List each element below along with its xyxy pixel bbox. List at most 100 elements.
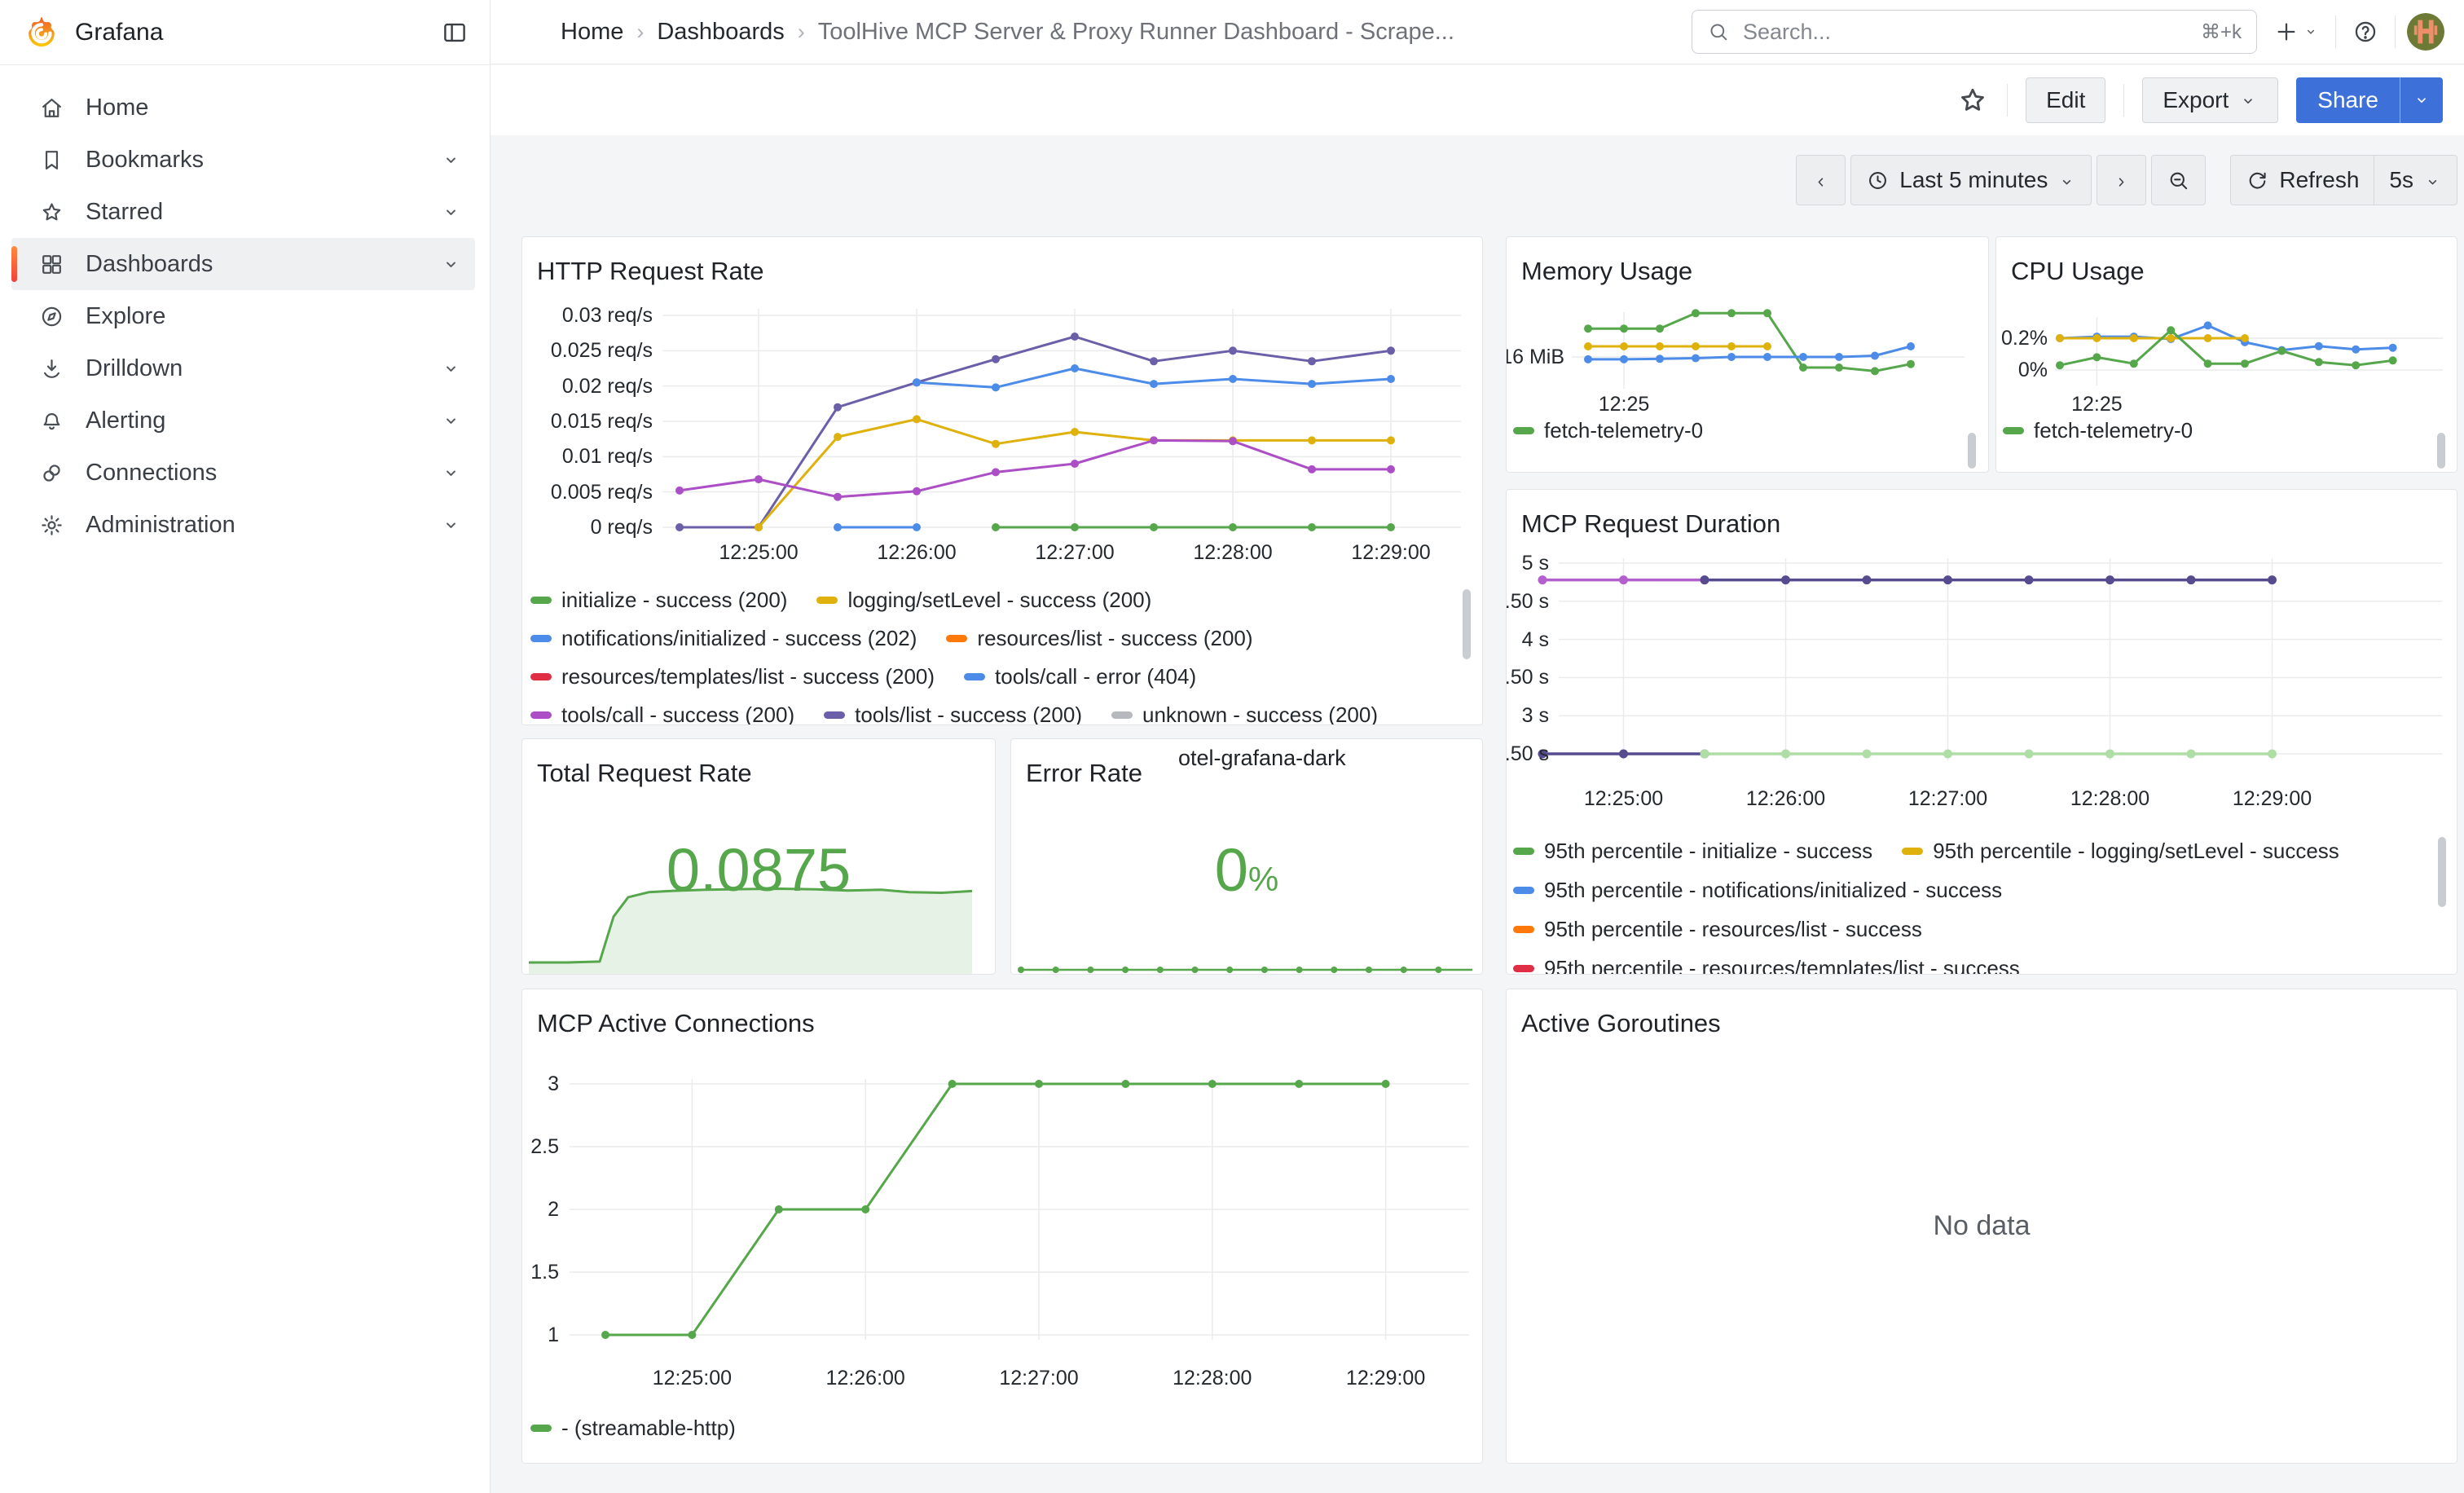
refresh-group: Refresh 5s xyxy=(2230,155,2457,205)
panel-cpu-usage: CPU Usage 0.2%0%12:25 fetch-telemetry-0 xyxy=(1995,236,2457,473)
mcp-active-connections-chart xyxy=(522,989,1483,1464)
search-shortcut: ⌘+k xyxy=(2201,20,2242,44)
grafana-logo-icon[interactable] xyxy=(23,14,60,51)
sidebar-item-label: Drilldown xyxy=(86,355,419,382)
legend-item[interactable]: 95th percentile - initialize - success xyxy=(1513,839,1872,864)
drilldown-icon xyxy=(39,356,64,381)
legend-item[interactable]: fetch-telemetry-0 xyxy=(1513,418,1703,443)
brand-title: Grafana xyxy=(75,19,163,46)
legend-item[interactable]: resources/list - success (200) xyxy=(946,626,1252,651)
panel-title[interactable]: HTTP Request Rate xyxy=(537,257,764,286)
gear-icon xyxy=(39,513,64,538)
clock-icon xyxy=(1866,169,1890,192)
chevron-left-icon xyxy=(1811,171,1830,190)
legend-scrollbar[interactable] xyxy=(2438,837,2446,907)
top-nav-actions: ⌘+k xyxy=(1692,10,2444,54)
legend-item[interactable]: initialize - success (200) xyxy=(530,588,787,613)
legend-scrollbar[interactable] xyxy=(1463,589,1471,659)
sidebar-menu: Home Bookmarks StarredDashboardsExplore Dri… xyxy=(0,65,490,551)
legend-scrollbar[interactable] xyxy=(2437,433,2445,469)
legend: fetch-telemetry-0 xyxy=(1513,418,1703,456)
breadcrumb-separator: › xyxy=(798,20,805,45)
sidebar-item-label: Bookmarks xyxy=(86,147,419,174)
legend-item[interactable]: fetch-telemetry-0 xyxy=(2003,418,2193,443)
sidebar-item-connections[interactable]: Connections xyxy=(11,447,475,499)
sidebar-item-home[interactable]: Home xyxy=(11,81,475,134)
sidebar-item-bookmarks[interactable]: Bookmarks xyxy=(11,134,475,186)
time-shift-forward-button[interactable] xyxy=(2097,155,2146,205)
legend-item[interactable]: 95th percentile - logging/setLevel - suc… xyxy=(1902,839,2339,864)
refresh-icon xyxy=(2246,169,2269,192)
help-icon xyxy=(2352,19,2378,45)
bookmark-icon xyxy=(39,148,64,173)
sidebar: Grafana Home Bookmarks StarredDashboardsEx… xyxy=(0,0,491,1493)
sidebar-item-dashboards[interactable]: Dashboards xyxy=(11,238,475,290)
sidebar-item-explore[interactable]: Explore xyxy=(11,290,475,342)
legend-item[interactable]: 95th percentile - resources/templates/li… xyxy=(1513,956,2020,975)
apps-icon xyxy=(39,252,64,277)
search-input[interactable] xyxy=(1741,19,2189,46)
share-split-button: Share xyxy=(2296,77,2443,123)
chevron-down-icon xyxy=(440,149,462,171)
legend-item[interactable]: 95th percentile - notifications/initiali… xyxy=(1513,878,2002,903)
legend-item[interactable]: resources/templates/list - success (200) xyxy=(530,664,935,689)
chevron-down-icon xyxy=(2238,90,2258,110)
panel-active-goroutines: Active Goroutines No data xyxy=(1506,989,2457,1464)
breadcrumb-home[interactable]: Home xyxy=(561,19,623,46)
legend-item[interactable]: tools/call - success (200) xyxy=(530,702,794,725)
avatar[interactable] xyxy=(2407,13,2444,51)
legend-item[interactable]: notifications/initialized - success (202… xyxy=(530,626,917,651)
panel-title[interactable]: Memory Usage xyxy=(1521,257,1692,286)
dock-sidebar-icon[interactable] xyxy=(441,19,469,46)
sidebar-item-label: Connections xyxy=(86,460,419,487)
legend-item[interactable]: unknown - success (200) xyxy=(1111,702,1378,725)
panel-title[interactable]: CPU Usage xyxy=(2011,257,2145,286)
legend: initialize - success (200) logging/setLev… xyxy=(530,588,1378,725)
refresh-interval-picker[interactable]: 5s xyxy=(2374,155,2457,205)
breadcrumb-current: ToolHive MCP Server & Proxy Runner Dashb… xyxy=(818,19,1454,46)
dashboard-toolbar: Edit Export Share xyxy=(491,65,2464,135)
legend-item[interactable]: 95th percentile - resources/list - succe… xyxy=(1513,917,1922,942)
chevron-down-icon xyxy=(2423,171,2442,190)
zoom-out-button[interactable] xyxy=(2151,155,2206,205)
add-button[interactable] xyxy=(2268,14,2324,50)
sidebar-item-administration[interactable]: Administration xyxy=(11,499,475,551)
datasource-overlay-label: otel-grafana-dark xyxy=(1178,746,1346,771)
divider xyxy=(2335,15,2336,48)
share-caret-button[interactable] xyxy=(2400,77,2443,123)
time-range-picker[interactable]: Last 5 minutes xyxy=(1850,155,2092,205)
divider xyxy=(2007,84,2008,117)
search-icon xyxy=(1707,20,1730,43)
chevron-down-icon xyxy=(2303,24,2319,40)
share-button[interactable]: Share xyxy=(2296,77,2400,123)
legend-item[interactable]: tools/list - success (200) xyxy=(824,702,1082,725)
legend-scrollbar[interactable] xyxy=(1968,433,1976,469)
panel-title[interactable]: MCP Request Duration xyxy=(1521,509,1780,539)
sidebar-item-drilldown[interactable]: Drilldown xyxy=(11,342,475,394)
divider xyxy=(2395,15,2396,48)
breadcrumb-separator: › xyxy=(636,20,644,45)
legend-item[interactable]: tools/call - error (404) xyxy=(964,664,1196,689)
legend-item[interactable]: logging/setLevel - success (200) xyxy=(816,588,1151,613)
help-button[interactable] xyxy=(2347,14,2383,50)
panel-memory-usage: Memory Usage 16 MiB12:25 fetch-telemetry… xyxy=(1506,236,1989,473)
sidebar-item-starred[interactable]: Starred xyxy=(11,186,475,238)
legend: - (streamable-http) xyxy=(530,1416,736,1454)
sidebar-item-label: Administration xyxy=(86,512,419,539)
export-button[interactable]: Export xyxy=(2142,77,2278,123)
favorite-star-icon[interactable] xyxy=(1956,84,1989,117)
legend: fetch-telemetry-0 xyxy=(2003,418,2193,456)
sidebar-item-alerting[interactable]: Alerting xyxy=(11,394,475,447)
plus-icon xyxy=(2273,19,2299,45)
panel-title[interactable]: MCP Active Connections xyxy=(537,1009,815,1038)
panel-title[interactable]: Error Rate xyxy=(1026,759,1142,788)
panel-title[interactable]: Total Request Rate xyxy=(537,759,752,788)
refresh-button[interactable]: Refresh xyxy=(2230,155,2374,205)
zoom-out-icon xyxy=(2167,169,2190,192)
panel-title[interactable]: Active Goroutines xyxy=(1521,1009,1721,1038)
legend-item[interactable]: - (streamable-http) xyxy=(530,1416,736,1441)
search-box[interactable]: ⌘+k xyxy=(1692,10,2257,54)
time-shift-back-button[interactable] xyxy=(1796,155,1846,205)
edit-button[interactable]: Edit xyxy=(2026,77,2105,123)
breadcrumb-dashboards[interactable]: Dashboards xyxy=(657,19,784,46)
